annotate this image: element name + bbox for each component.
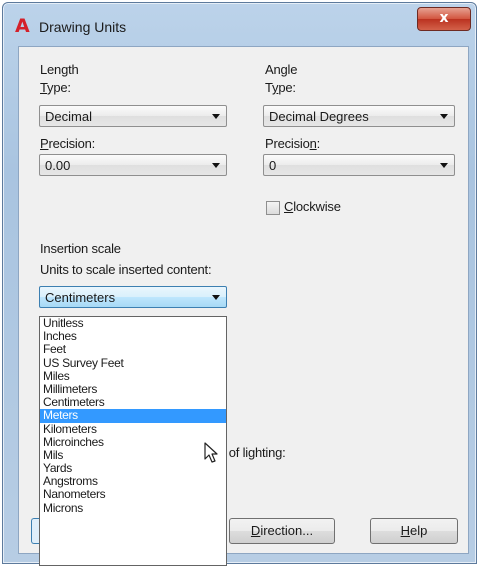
insertion-scale-group-label: Insertion scale: [40, 241, 121, 256]
length-type-value: Decimal: [45, 109, 92, 124]
clockwise-checkbox[interactable]: [266, 201, 280, 215]
chevron-down-icon: [440, 163, 448, 168]
dropdown-option[interactable]: Inches: [40, 330, 226, 343]
angle-type-label: Type:: [265, 80, 296, 95]
angle-precision-combo[interactable]: 0: [263, 154, 455, 176]
length-group-label: Length: [40, 62, 79, 77]
dropdown-option[interactable]: Microns: [40, 501, 226, 515]
clockwise-label: Clockwise: [284, 199, 341, 214]
chevron-down-icon: [212, 163, 220, 168]
mouse-pointer-icon: [204, 442, 218, 463]
dropdown-option[interactable]: Miles: [40, 369, 226, 383]
angle-type-combo[interactable]: Decimal Degrees: [263, 105, 455, 127]
length-precision-label: Precision:: [40, 136, 96, 151]
length-precision-value: 0.00: [45, 158, 71, 173]
title-bar[interactable]: A Drawing Units x: [3, 3, 476, 43]
chevron-down-icon: [440, 114, 448, 119]
lighting-units-label: y of lighting:: [219, 445, 286, 460]
insertion-units-combo[interactable]: Centimeters: [39, 286, 227, 308]
dropdown-option[interactable]: US Survey Feet: [40, 356, 226, 370]
close-icon: x: [439, 10, 449, 26]
dropdown-option[interactable]: Kilometers: [40, 422, 226, 436]
angle-type-value: Decimal Degrees: [269, 109, 369, 124]
direction-button[interactable]: Direction...: [229, 518, 335, 544]
length-type-combo[interactable]: Decimal: [39, 105, 227, 127]
length-type-label: Type:: [40, 80, 71, 95]
angle-group-label: Angle: [265, 62, 298, 77]
angle-precision-value: 0: [269, 158, 277, 173]
autocad-a-icon: A: [15, 15, 30, 37]
angle-precision-label: Precision:: [265, 136, 321, 151]
insertion-units-value: Centimeters: [45, 290, 116, 305]
units-to-scale-label: Units to scale inserted content:: [40, 262, 212, 277]
dropdown-option[interactable]: Meters: [40, 409, 226, 423]
help-button[interactable]: Help: [370, 518, 458, 544]
chevron-down-icon: [212, 295, 220, 300]
dropdown-option[interactable]: Feet: [40, 343, 226, 356]
dropdown-option[interactable]: Microinches: [40, 435, 226, 449]
close-button[interactable]: x: [417, 7, 471, 31]
dropdown-option[interactable]: Nanometers: [40, 488, 226, 501]
ok-button-partial[interactable]: [31, 518, 39, 544]
insertion-units-dropdown-list[interactable]: Unitless Inches Feet US Survey Feet Miles Mil…: [39, 316, 227, 566]
chevron-down-icon: [212, 114, 220, 119]
length-precision-combo[interactable]: 0.00: [39, 154, 227, 176]
window-title: Drawing Units: [39, 19, 127, 35]
